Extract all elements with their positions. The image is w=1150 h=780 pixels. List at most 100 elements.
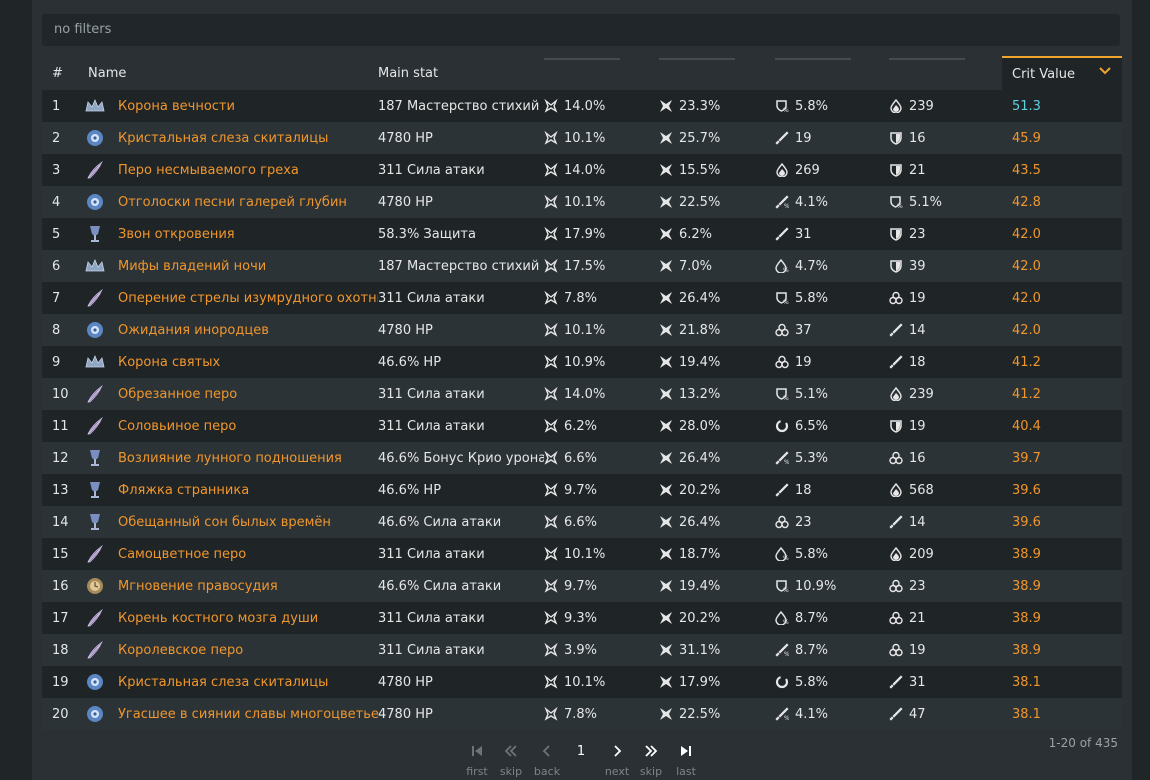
main-stat: 46.6% Сила атаки	[378, 570, 544, 602]
table-row[interactable]: 13 Фляжка странника 46.6% HP 9.7% 20.2%	[42, 474, 1122, 506]
substat-4-cell: 47	[889, 698, 1002, 730]
substat-2-value: 19.4%	[679, 578, 721, 594]
table-row[interactable]: 1 Корона вечности 187 Мастерство стихий …	[42, 90, 1122, 122]
substat-1: 10.9%	[544, 355, 659, 370]
table-row[interactable]: 18 Королевское перо 311 Сила атаки 3.9% …	[42, 634, 1122, 666]
skip-back-button[interactable]: skip	[496, 744, 526, 778]
substat-3-cell: 19	[775, 122, 889, 154]
substat-2: 25.7%	[659, 131, 775, 146]
header-substat-4[interactable]	[889, 57, 1002, 90]
flower-icon	[87, 194, 103, 210]
substat-1-value: 10.9%	[564, 354, 606, 370]
header-substat-4-line	[889, 57, 965, 60]
artifact-name[interactable]: Самоцветное перо	[118, 547, 246, 562]
chevron-left-icon	[542, 745, 550, 757]
substat-3-value: 5.1%	[795, 386, 829, 402]
artifact-name[interactable]: Фляжка странника	[118, 483, 249, 498]
artifact: Королевское перо	[78, 639, 378, 661]
substat-2-cell: 28.0%	[659, 410, 775, 442]
table-row[interactable]: 15 Самоцветное перо 311 Сила атаки 10.1%…	[42, 538, 1122, 570]
substat-2: 20.2%	[659, 483, 775, 498]
artifact-name[interactable]: Корона святых	[118, 355, 220, 370]
first-page-button[interactable]: first	[462, 744, 492, 778]
crit-dmg-icon	[660, 164, 672, 176]
header-substat-3[interactable]	[775, 57, 889, 90]
main-stat: 4780 HP	[378, 122, 544, 154]
table-row[interactable]: 17 Корень костного мозга души 311 Сила а…	[42, 602, 1122, 634]
artifact-name[interactable]: Угасшее в сиянии славы многоцветье	[118, 707, 378, 722]
substat-4-value: 21	[909, 162, 926, 178]
table-row[interactable]: 14 Обещанный сон былых времён 46.6% Сила…	[42, 506, 1122, 538]
substat-1-value: 9.7%	[564, 482, 598, 498]
artifact-name[interactable]: Ожидания инородцев	[118, 323, 269, 338]
table-row[interactable]: 6 Мифы владений ночи 187 Мастерство стих…	[42, 250, 1122, 282]
crit-rate-icon	[544, 195, 558, 209]
artifact-name[interactable]: Кристальная слеза скиталицы	[118, 131, 328, 146]
artifact-name[interactable]: Королевское перо	[118, 643, 243, 658]
artifact: Обещанный сон былых времён	[78, 511, 378, 533]
chevron-down-icon[interactable]	[1098, 64, 1112, 78]
table-row[interactable]: 2 Кристальная слеза скиталицы 4780 HP 10…	[42, 122, 1122, 154]
header-main-stat[interactable]: Main stat	[378, 57, 544, 90]
artifact-name[interactable]: Корень костного мозга души	[118, 611, 318, 626]
table-row[interactable]: 20 Угасшее в сиянии славы многоцветье 47…	[42, 698, 1122, 730]
table-row[interactable]: 12 Возлияние лунного подношения 46.6% Бо…	[42, 442, 1122, 474]
table-row[interactable]: 7 Оперение стрелы изумрудного охотника 3…	[42, 282, 1122, 314]
artifact-name[interactable]: Мифы владений ночи	[118, 259, 266, 274]
artifact-name[interactable]: Возлияние лунного подношения	[118, 451, 342, 466]
substat-3: % 4.7%	[775, 259, 889, 274]
em-icon	[775, 515, 789, 529]
name-cell: Королевское перо	[78, 634, 378, 666]
filter-bar[interactable]: no filters	[42, 14, 1120, 46]
artifact-name[interactable]: Оперение стрелы изумрудного охотника	[118, 291, 378, 306]
table-row[interactable]: 8 Ожидания инородцев 4780 HP 10.1% 21.8%	[42, 314, 1122, 346]
svg-text:%: %	[783, 299, 789, 305]
header-substat-1[interactable]	[544, 57, 659, 90]
artifact-name[interactable]: Звон откровения	[118, 227, 235, 242]
sands-icon	[87, 578, 103, 594]
artifact-name[interactable]: Перо несмываемого греха	[118, 163, 299, 178]
back-button[interactable]: back	[532, 744, 562, 778]
table-row[interactable]: 16 Мгновение правосудия 46.6% Сила атаки…	[42, 570, 1122, 602]
artifact: Отголоски песни галерей глубин	[78, 191, 378, 213]
artifact-name[interactable]: Мгновение правосудия	[118, 579, 278, 594]
substat-4: 19	[889, 419, 1002, 434]
substat-3-cell: % 10.9%	[775, 570, 889, 602]
next-button[interactable]: next	[602, 744, 632, 778]
substat-2-cell: 7.0%	[659, 250, 775, 282]
header-index[interactable]: #	[42, 57, 78, 90]
artifact-name[interactable]: Соловьиное перо	[118, 419, 236, 434]
artifact-name[interactable]: Корона вечности	[118, 99, 235, 114]
main-stat: 311 Сила атаки	[378, 154, 544, 186]
table-row[interactable]: 4 Отголоски песни галерей глубин 4780 HP…	[42, 186, 1122, 218]
substat-2-value: 28.0%	[679, 418, 721, 434]
table-row[interactable]: 9 Корона святых 46.6% HP 10.9% 19.4% 19	[42, 346, 1122, 378]
substat-2-cell: 31.1%	[659, 634, 775, 666]
current-page[interactable]: 1	[572, 744, 590, 759]
name-cell: Отголоски песни галерей глубин	[78, 186, 378, 218]
artifact-name[interactable]: Отголоски песни галерей глубин	[118, 195, 347, 210]
artifact-name[interactable]: Обещанный сон былых времён	[118, 515, 331, 530]
name-cell: Корона святых	[78, 346, 378, 378]
artifact-name[interactable]: Кристальная слеза скиталицы	[118, 675, 328, 690]
last-page-button[interactable]: last	[671, 744, 701, 778]
header-name[interactable]: Name	[78, 57, 378, 90]
artifact-name[interactable]: Обрезанное перо	[118, 387, 237, 402]
table-row[interactable]: 11 Соловьиное перо 311 Сила атаки 6.2% 2…	[42, 410, 1122, 442]
table-row[interactable]: 3 Перо несмываемого греха 311 Сила атаки…	[42, 154, 1122, 186]
crit-dmg-icon	[660, 676, 672, 688]
table-row[interactable]: 5 Звон откровения 58.3% Защита 17.9% 6.2…	[42, 218, 1122, 250]
hp-pct-icon: %	[775, 547, 789, 561]
er-icon	[775, 419, 789, 433]
table-row[interactable]: 10 Обрезанное перо 311 Сила атаки 14.0% …	[42, 378, 1122, 410]
em-icon	[889, 451, 903, 465]
substat-1: 14.0%	[544, 387, 659, 402]
skip-forward-button[interactable]: skip	[636, 744, 666, 778]
plume-icon	[87, 544, 103, 563]
header-substat-2[interactable]	[659, 57, 775, 90]
table-row[interactable]: 19 Кристальная слеза скиталицы 4780 HP 1…	[42, 666, 1122, 698]
header-crit-value[interactable]: Crit Value	[1002, 56, 1122, 90]
row-index: 5	[42, 218, 78, 250]
substat-3-cell: % 8.7%	[775, 602, 889, 634]
substat-1: 17.9%	[544, 227, 659, 242]
